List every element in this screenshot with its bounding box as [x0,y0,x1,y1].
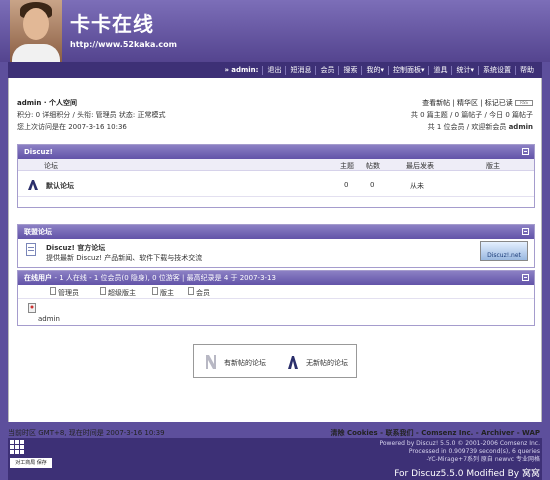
rss-icon[interactable]: RSS [515,100,533,106]
main-content: admin · 个人空间 积分: 0 详细积分 / 头衔: 管理员 状态: 正常… [8,78,542,422]
alliance-row: Discuz! 官方论坛 提供最新 Discuz! 产品新闻、软件下载与技术交流… [18,239,534,267]
nav-help[interactable]: 帮助 [515,65,538,75]
new-member-link[interactable]: admin [509,123,533,131]
online-summary: - 1 人在线 - 1 位会员(0 隐身), 0 位游客 | 最高纪录是 4 于… [54,274,276,282]
nav-stats[interactable]: 统计▾ [451,65,478,75]
mod-user-icon [152,287,158,295]
legend-no-new: 无新帖的论坛 [306,359,348,367]
post-counts: 共 0 篇主题 / 0 篇帖子 / 今日 0 篇帖子 [410,111,533,119]
quick-links: 查看新帖 | 精华区 | 标记已读 RSS [422,98,533,108]
document-icon [26,243,36,256]
forum-new-icon [206,355,216,369]
online-box-header: 在线用户 - 1 人在线 - 1 位会员(0 隐身), 0 位游客 | 最高纪录… [18,271,534,285]
member-count-text: 共 1 位会员 / 欢迎新会员 [427,123,507,131]
discuz-logo[interactable]: Discuz!.net [480,241,528,261]
col-topics: 主题 [340,162,354,170]
forum-icon-legend: 有新帖的论坛 无新帖的论坛 [193,344,357,378]
powered-line: Powered by Discuz! 5.5.0 © 2001-2006 Com… [379,440,540,447]
last-visit: 您上次访问是在 2007-3-16 10:36 [17,123,127,131]
online-users-box: 在线用户 - 1 人在线 - 1 位会员(0 隐身), 0 位游客 | 最高纪录… [17,270,535,326]
col-posts: 帖数 [366,162,380,170]
nav-search[interactable]: 搜索 [338,65,361,75]
member-counts: 共 1 位会员 / 欢迎新会员 admin [428,122,533,132]
nav-control-panel[interactable]: 控制面板▾ [387,65,429,75]
legend-admin: 管理员 [58,289,79,297]
nav-messages[interactable]: 短消息 [285,65,315,75]
avatar [10,0,62,62]
legend-mod: 版主 [160,289,174,297]
collapse-icon[interactable] [522,148,529,155]
collapse-icon[interactable] [522,228,529,235]
alliance-box-header: 联盟论坛 [18,225,534,239]
online-user-list: admin [18,299,534,325]
admin-user-icon [50,287,56,295]
legend-new-posts: 有新帖的论坛 [224,359,266,367]
forum-last-post: 从未 [410,182,424,190]
col-moderators: 版主 [486,162,500,170]
site-title[interactable]: 卡卡在线 [70,8,154,37]
nav-members[interactable]: 会员 [315,65,338,75]
admin-user-icon [28,303,36,313]
user-space-title[interactable]: admin · 个人空间 [17,98,77,108]
alliance-desc: 提供最新 Discuz! 产品新闻、软件下载与技术交流 [46,254,203,262]
legend-member: 会员 [196,289,210,297]
nav-my[interactable]: 我的▾ [361,65,388,75]
footer-links[interactable]: 清除 Cookies - 联系我们 - Comsenz Inc. - Archi… [331,428,540,438]
forum-column-header: 论坛 主题 帖数 最后发表 版主 [18,159,534,171]
nav-logout[interactable]: 退出 [262,65,285,75]
forum-topics: 0 [344,181,349,189]
forum-name[interactable]: 默认论坛 [46,181,74,191]
forum-box-title[interactable]: Discuz! [24,148,53,156]
avatar-face [23,8,49,40]
modified-by: For Discuz5.5.0 Modified By 窝窝 [394,469,540,479]
nav-tools[interactable]: 道具 [428,65,451,75]
member-user-icon [188,287,194,295]
legend-super-mod: 超级版主 [108,289,136,297]
forum-no-new-icon [288,356,298,369]
forum-list-box: Discuz! 论坛 主题 帖数 最后发表 版主 默认论坛 0 0 从未 [17,144,535,208]
powered-by: Powered by Discuz! 5.5.0 © 2001-2006 Com… [379,440,540,464]
super-mod-user-icon [100,287,106,295]
online-title[interactable]: 在线用户 [24,274,52,282]
alliance-box-title[interactable]: 联盟论坛 [24,228,52,236]
col-last-post: 最后发表 [406,162,434,170]
footer-time: 当前时区 GMT+8, 现在时间是 2007-3-16 10:39 [8,429,165,437]
online-legend: 管理员 超级版主 版主 会员 [18,285,534,299]
header-banner: 卡卡在线 http://www.52kaka.com [0,0,550,62]
alliance-name[interactable]: Discuz! 官方论坛 [46,243,105,253]
avatar-shirt [12,44,60,62]
online-user[interactable]: admin [38,315,60,323]
nav-user[interactable]: » admin: [220,66,262,75]
forum-row: 默认论坛 0 0 从未 [18,171,534,197]
site-url[interactable]: http://www.52kaka.com [70,40,177,49]
grid-icon [10,440,26,454]
license-badge[interactable]: 对工商局 保存 [10,458,52,468]
processed-line: Processed in 0.909739 second(s), 6 queri… [408,448,540,455]
col-forum: 论坛 [44,162,58,170]
alliance-box: 联盟论坛 Discuz! 官方论坛 提供最新 Discuz! 产品新闻、软件下载… [17,224,535,268]
forum-no-new-icon [28,180,38,190]
collapse-icon[interactable] [522,274,529,281]
nav-system-settings[interactable]: 系统设置 [478,65,515,75]
user-stats: 积分: 0 详细积分 / 头衔: 管理员 状态: 正常模式 [17,111,166,119]
top-nav: » admin: 退出 短消息 会员 搜索 我的▾ 控制面板▾ 道具 统计▾ 系… [8,62,542,78]
quick-links-text[interactable]: 查看新帖 | 精华区 | 标记已读 [422,99,513,107]
forum-box-header: Discuz! [18,145,534,159]
style-credit-line: -YC-Mirage+7系列 原自 newvc 专业网格 [426,456,540,463]
forum-posts: 0 [370,181,375,189]
